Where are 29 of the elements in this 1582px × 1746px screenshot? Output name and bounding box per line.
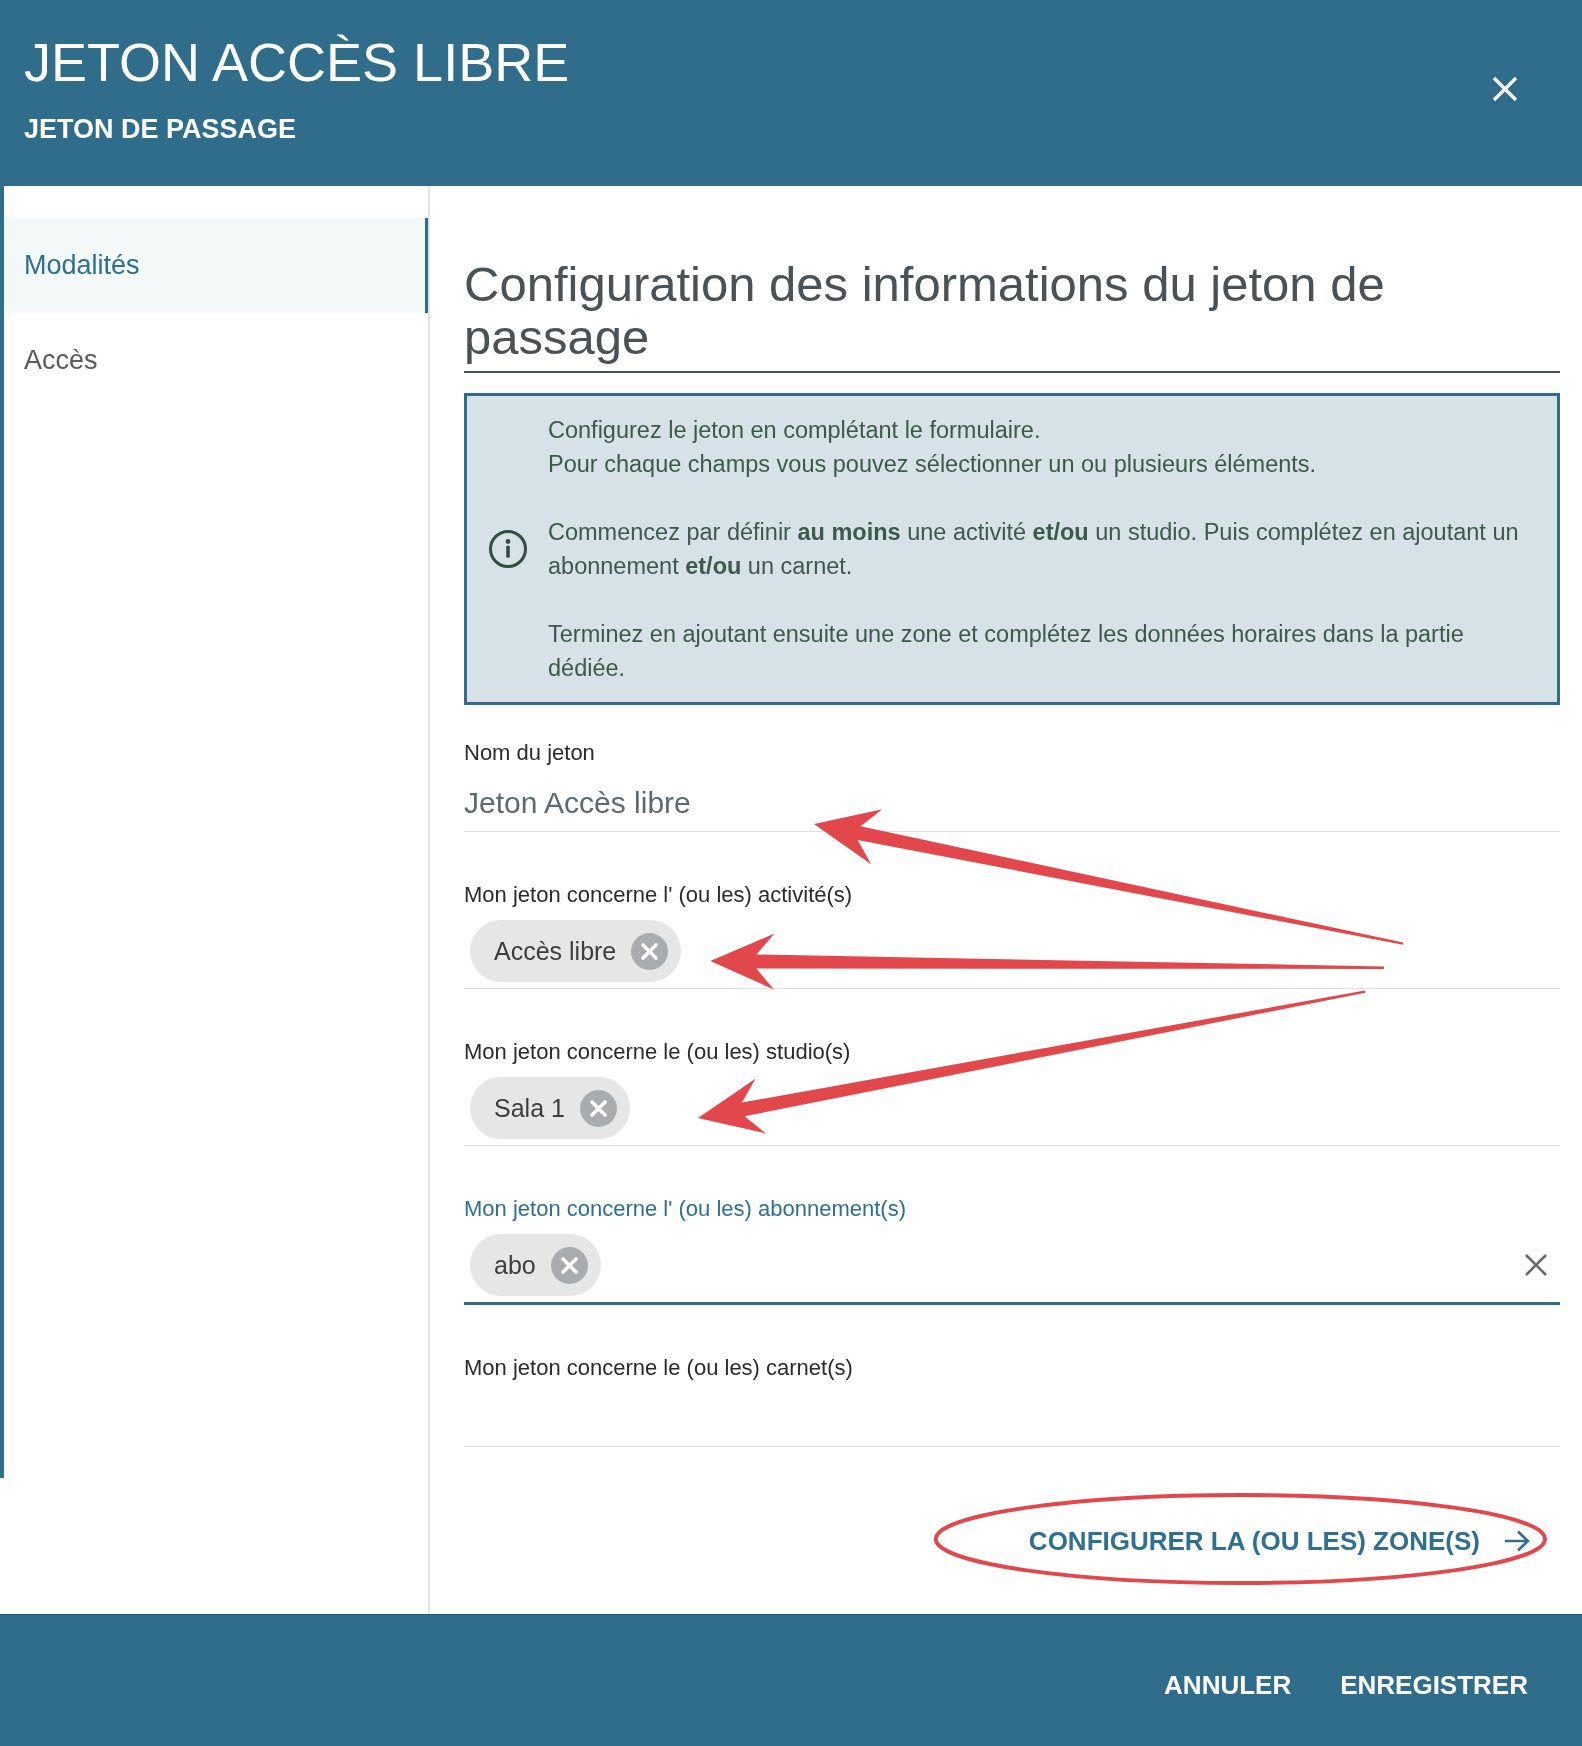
remove-icon[interactable] bbox=[579, 1089, 617, 1127]
field-label: Nom du jeton bbox=[464, 739, 596, 767]
selection-chip[interactable]: Sala 1 bbox=[470, 1077, 630, 1139]
footer-button[interactable]: ENREGISTRER bbox=[1332, 1660, 1536, 1711]
remove-icon[interactable] bbox=[550, 1246, 588, 1284]
arrow-right-icon bbox=[1504, 1530, 1530, 1552]
close-button[interactable] bbox=[1492, 76, 1518, 102]
dialog-subtitle: JETON DE PASSAGE bbox=[24, 113, 298, 145]
sidebar-item[interactable]: Accès bbox=[4, 313, 428, 408]
dialog-title: JETON ACCÈS LIBRE bbox=[24, 31, 570, 93]
next-step-link[interactable]: CONFIGURER LA (OU LES) ZONE(S) bbox=[1028, 1521, 1530, 1561]
section-heading: Configuration des informations du jeton de passage bbox=[464, 258, 1560, 373]
remove-icon[interactable] bbox=[631, 932, 669, 970]
field-label: Mon jeton concerne le (ou les) carnet(s) bbox=[464, 1354, 854, 1382]
info-text: Terminez en ajoutant ensuite une zone et complétez les données horaires dans la partie dédiée. bbox=[548, 620, 1465, 683]
select-field[interactable]: abo bbox=[464, 1230, 1560, 1305]
selection-chip[interactable]: abo bbox=[470, 1234, 601, 1296]
footer-button[interactable]: ANNULER bbox=[1156, 1660, 1300, 1711]
info-text: Pour chaque champs vous pouvez sélectionner un ou plusieurs éléments. bbox=[548, 450, 1318, 479]
info-text: Configurez le jeton en complétant le formulaire. bbox=[548, 416, 1042, 445]
clear-icon[interactable] bbox=[1524, 1253, 1548, 1277]
sidebar-item[interactable]: Modalités bbox=[4, 218, 428, 313]
field-label: Mon jeton concerne le (ou les) studio(s) bbox=[464, 1038, 852, 1066]
info-text: Commencez par définir au moins une activité et/ou un studio. Puis complétez en ajoutant un abonnement et/ou un carnet. bbox=[548, 518, 1520, 581]
info-icon bbox=[488, 529, 528, 569]
field-label: Mon jeton concerne l' (ou les) activité(s) bbox=[464, 881, 854, 909]
selection-chip[interactable]: Accès libre bbox=[470, 920, 682, 982]
field-label: Mon jeton concerne l' (ou les) abonnement(s) bbox=[464, 1195, 907, 1223]
text-field[interactable]: Jeton Accès libre bbox=[464, 774, 1560, 832]
